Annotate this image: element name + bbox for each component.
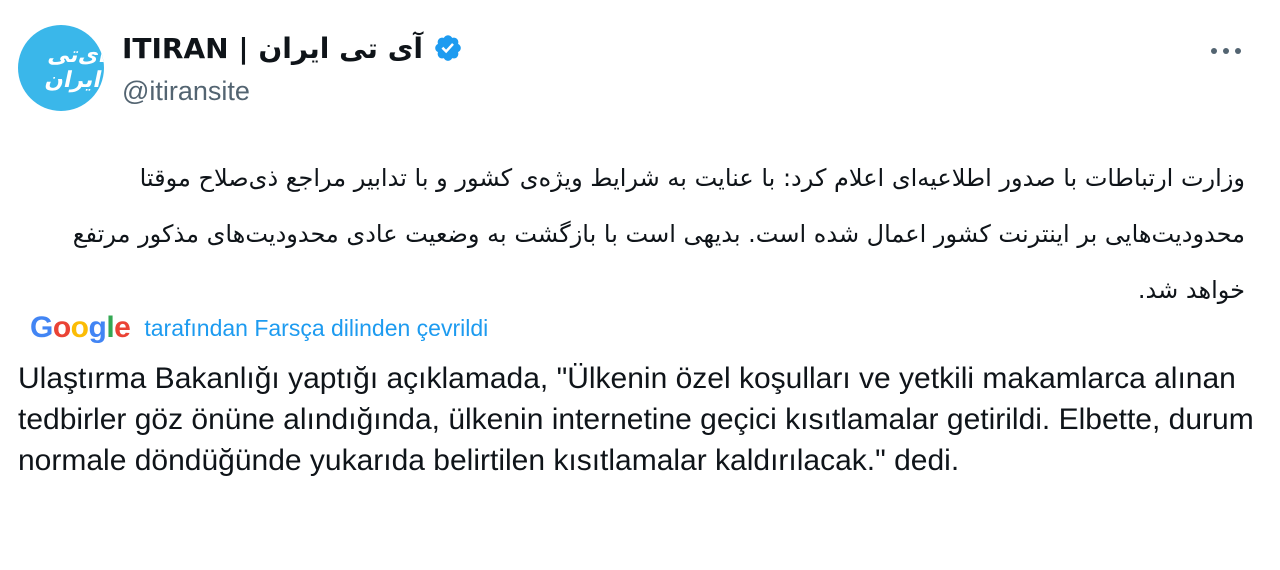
tweet-translated-text: Ulaştırma Bakanlığı yaptığı açıklamada, … <box>18 362 1254 477</box>
avatar[interactable]: آی‌تی ایران <box>18 25 104 111</box>
more-horizontal-icon <box>1211 48 1217 54</box>
tweet-original-text: وزارت ارتباطات با صدور اطلاعیه‌ای اعلام … <box>72 164 1245 304</box>
tweet: آی‌تی ایران ITIRAN | آی تی ایران @itiran… <box>0 0 1280 570</box>
display-name[interactable]: ITIRAN | آی تی ایران <box>122 32 423 65</box>
more-dot <box>1235 48 1241 54</box>
avatar-logo-text: آی‌تی ایران <box>42 43 104 93</box>
more-dot <box>1223 48 1229 54</box>
translation-attribution: Google tarafından Farsça dilinden çevril… <box>30 308 488 348</box>
verified-badge-icon <box>433 33 463 63</box>
more-options-button[interactable] <box>1204 36 1248 66</box>
translated-by-link[interactable]: tarafından Farsça dilinden çevrildi <box>144 315 488 342</box>
author-name-row: ITIRAN | آی تی ایران <box>122 30 463 66</box>
user-handle[interactable]: @itiransite <box>122 76 250 107</box>
google-logo: Google <box>30 311 131 344</box>
